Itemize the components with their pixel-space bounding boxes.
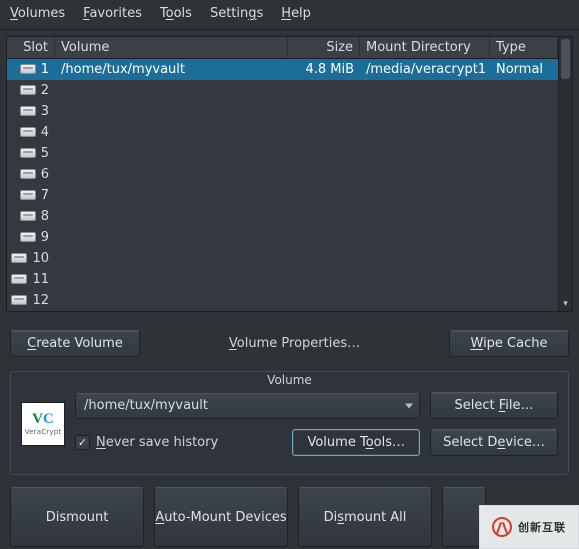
table-row[interactable]: 7 — [7, 185, 558, 206]
scrollbar[interactable]: ▾ — [558, 37, 572, 311]
menu-help-label: elp — [291, 6, 311, 21]
cell-mount: /media/veracrypt1 — [360, 60, 490, 79]
volume-tools-button[interactable]: Volume Tools… — [292, 429, 420, 456]
table-row[interactable]: 12 — [7, 290, 558, 311]
watermark-logo-icon — [492, 517, 512, 537]
automount-button[interactable]: Auto-Mount Devices — [154, 487, 288, 547]
menu-favorites[interactable]: Favorites — [83, 6, 142, 21]
volume-table: Slot Volume Size Mount Directory Type 1 … — [6, 36, 573, 312]
create-volume-button[interactable]: Create Volume — [10, 330, 140, 357]
slot-number: 7 — [41, 188, 49, 203]
slot-number: 9 — [41, 230, 49, 245]
slot-number: 3 — [41, 104, 49, 119]
table-row[interactable]: 10 — [7, 248, 558, 269]
menu-help[interactable]: Help — [281, 6, 311, 21]
slot-number: 10 — [32, 251, 49, 266]
wipe-cache-button[interactable]: Wipe Cache — [449, 330, 569, 357]
never-save-history-checkbox[interactable]: ✓ Never save history — [75, 435, 218, 450]
menu-settings-label: s — [257, 6, 264, 21]
table-header: Slot Volume Size Mount Directory Type — [7, 37, 558, 59]
slot-number: 1 — [41, 62, 49, 77]
col-type[interactable]: Type — [490, 37, 558, 58]
drive-icon — [20, 232, 36, 242]
menu-settings[interactable]: Settings — [210, 6, 263, 21]
logo-text: VeraCrypt — [25, 428, 62, 436]
group-title: Volume — [11, 371, 568, 387]
drive-icon — [11, 253, 27, 263]
menu-favorites-label: avorites — [89, 6, 141, 21]
dismount-button[interactable]: Dismount — [10, 487, 144, 547]
drive-icon — [11, 295, 27, 305]
slot-number: 11 — [32, 272, 49, 287]
table-row[interactable]: 2 — [7, 80, 558, 101]
cell-volume: /home/tux/myvault — [55, 60, 288, 79]
slot-number: 6 — [41, 167, 49, 182]
table-row[interactable]: 1 /home/tux/myvault 4.8 MiB /media/verac… — [7, 59, 558, 80]
table-row[interactable]: 3 — [7, 101, 558, 122]
table-row[interactable]: 4 — [7, 122, 558, 143]
select-file-button[interactable]: Select File… — [430, 392, 558, 419]
scroll-down-icon[interactable]: ▾ — [559, 297, 572, 311]
volume-path-value: /home/tux/myvault — [84, 398, 208, 413]
veracrypt-logo: VC VeraCrypt — [21, 402, 65, 446]
col-size[interactable]: Size — [288, 37, 360, 58]
volume-properties-button[interactable]: Volume Properties… — [229, 336, 360, 351]
watermark: 创新互联 — [479, 505, 579, 549]
drive-icon — [20, 85, 36, 95]
checkmark-icon: ✓ — [75, 435, 90, 450]
menu-volumes-label: olumes — [18, 6, 65, 21]
volume-path-combo[interactable]: /home/tux/myvault — [75, 393, 420, 419]
col-slot[interactable]: Slot — [7, 37, 55, 58]
drive-icon — [20, 64, 36, 74]
volume-group: Volume VC VeraCrypt /home/tux/myvault Se… — [10, 371, 569, 475]
drive-icon — [20, 148, 36, 158]
table-row[interactable]: 5 — [7, 143, 558, 164]
slot-number: 8 — [41, 209, 49, 224]
slot-number: 5 — [41, 146, 49, 161]
menubar: Volumes Favorites Tools Settings Help — [0, 0, 579, 30]
cell-size: 4.8 MiB — [288, 60, 360, 79]
slot-number: 4 — [41, 125, 49, 140]
cell-type: Normal — [490, 60, 558, 79]
scroll-thumb[interactable] — [561, 39, 570, 79]
table-row[interactable]: 8 — [7, 206, 558, 227]
menu-tools[interactable]: Tools — [160, 6, 192, 21]
drive-icon — [20, 106, 36, 116]
table-row[interactable]: 6 — [7, 164, 558, 185]
slot-number: 12 — [32, 293, 49, 308]
table-row[interactable]: 11 — [7, 269, 558, 290]
watermark-text: 创新互联 — [518, 519, 566, 535]
menu-volumes[interactable]: Volumes — [10, 6, 65, 21]
table-row[interactable]: 9 — [7, 227, 558, 248]
drive-icon — [20, 169, 36, 179]
col-mount[interactable]: Mount Directory — [360, 37, 490, 58]
drive-icon — [20, 211, 36, 221]
col-volume[interactable]: Volume — [55, 37, 288, 58]
chevron-down-icon — [405, 403, 413, 408]
drive-icon — [20, 127, 36, 137]
dismount-all-button[interactable]: Dismount All — [298, 487, 432, 547]
select-device-button[interactable]: Select Device… — [430, 429, 558, 456]
slot-number: 2 — [41, 83, 49, 98]
drive-icon — [20, 190, 36, 200]
mid-button-row: Create Volume Volume Properties… Wipe Ca… — [0, 312, 579, 367]
drive-icon — [11, 274, 27, 284]
menu-tools-label: ols — [174, 6, 192, 21]
